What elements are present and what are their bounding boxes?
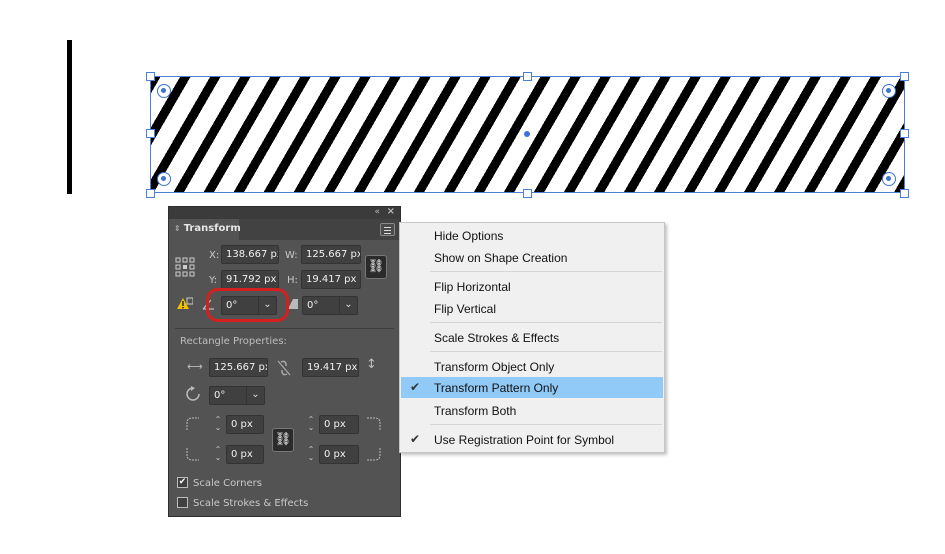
unlinked-icon[interactable] [276, 359, 292, 377]
handle-bottom-middle[interactable] [523, 189, 532, 198]
handle-top-right[interactable] [900, 72, 909, 81]
panel-menu-button[interactable] [380, 223, 395, 236]
rect-rotate-value: 0° [214, 390, 226, 401]
link-corner-icon: ⛓ [274, 432, 292, 447]
scale-strokes-label: Scale Strokes & Effects [193, 498, 309, 509]
center-point [524, 131, 530, 137]
corner-type-bl-icon[interactable] [186, 447, 202, 461]
tab-transform-label: Transform [183, 223, 241, 234]
x-field[interactable]: 138.667 px [221, 245, 279, 264]
corner-radius-tl-field[interactable]: 0 px [226, 415, 264, 434]
handle-middle-left[interactable] [146, 129, 155, 138]
vertical-line-shape[interactable] [67, 40, 72, 194]
corner-tl-stepper[interactable]: ⌃ ⌄ [209, 416, 227, 435]
h-field[interactable]: 19.417 px [301, 270, 361, 289]
handle-top-left[interactable] [146, 72, 155, 81]
corner-br-stepper[interactable]: ⌃ ⌄ [302, 446, 320, 465]
red-annotation-highlight [206, 288, 289, 322]
scale-corners-checkbox[interactable]: ✔ [177, 477, 188, 488]
close-panel-button[interactable]: × [387, 206, 395, 217]
scale-corners-label: Scale Corners [193, 478, 262, 489]
handle-top-middle[interactable] [523, 72, 532, 81]
handle-bottom-left[interactable] [146, 189, 155, 198]
corner-radius-bl-field[interactable]: 0 px [226, 445, 264, 464]
menu-item-flip-vertical[interactable]: Flip Vertical [401, 298, 663, 319]
handle-middle-right[interactable] [900, 129, 909, 138]
h-label: H: [287, 275, 298, 286]
menu-item-show-on-shape-creation[interactable]: Show on Shape Creation [401, 247, 663, 268]
corner-radius-br-field[interactable]: 0 px [319, 445, 359, 464]
tab-expand-icon: ⇕ [174, 224, 181, 233]
w-field[interactable]: 125.667 px [301, 245, 361, 264]
corner-type-tl-icon[interactable] [186, 417, 202, 431]
corner-widget-top-left[interactable] [157, 84, 171, 98]
rect-rotate-field[interactable]: 0° ⌄ [209, 386, 265, 405]
menu-item-transform-object-only[interactable]: Transform Object Only [401, 356, 663, 377]
rect-width-field[interactable]: 125.667 px [209, 358, 268, 377]
corner-type-tr-icon[interactable] [366, 417, 382, 431]
scale-strokes-checkbox[interactable] [177, 497, 188, 508]
menu-item-label: Flip Vertical [434, 302, 497, 316]
panel-tab-row: ⇕ Transform [169, 219, 400, 240]
link-corner-radius-button[interactable]: ⛓ [272, 428, 294, 452]
corner-type-br-icon[interactable] [366, 447, 382, 461]
constrain-proportions-button[interactable]: ⛓ [365, 255, 387, 279]
menu-separator [430, 271, 662, 272]
rect-rotate-icon [186, 386, 200, 401]
menu-item-label: Scale Strokes & Effects [434, 331, 560, 345]
menu-item-transform-both[interactable]: Transform Both [401, 400, 663, 421]
menu-item-label: Transform Both [434, 404, 517, 418]
menu-item-transform-pattern-only[interactable]: ✔ Transform Pattern Only [401, 377, 663, 398]
checkmark-icon: ✔ [410, 432, 421, 446]
corner-widget-top-right[interactable] [882, 84, 896, 98]
shear-value: 0° [307, 300, 319, 311]
rect-width-icon: ⟷ [187, 360, 203, 373]
tab-transform[interactable]: ⇕ Transform [169, 219, 241, 240]
menu-separator [430, 351, 662, 352]
shear-dropdown-chevron-icon[interactable]: ⌄ [339, 297, 357, 314]
transform-panel: « × ⇕ Transform X: 138.667 px W: 125.667 … [168, 206, 401, 517]
shear-icon [288, 299, 298, 309]
corner-widget-bottom-left[interactable] [157, 172, 171, 186]
menu-item-flip-horizontal[interactable]: Flip Horizontal [401, 276, 663, 297]
transform-flyout-menu: Hide Options Show on Shape Creation Flip… [399, 222, 665, 453]
menu-separator [430, 424, 662, 425]
link-icon: ⛓ [367, 259, 385, 274]
corner-bl-stepper[interactable]: ⌃ ⌄ [209, 446, 227, 465]
warning-icon [177, 297, 193, 309]
menu-item-label: Show on Shape Creation [434, 251, 568, 265]
corner-widget-bottom-right[interactable] [882, 172, 896, 186]
reference-point-icon[interactable] [175, 257, 195, 277]
y-label: Y: [209, 275, 218, 286]
checkmark-icon: ✔ [178, 477, 187, 487]
menu-item-label: Transform Pattern Only [434, 381, 559, 395]
panel-divider [175, 328, 394, 329]
menu-item-label: Transform Object Only [434, 360, 555, 374]
menu-item-use-registration-point[interactable]: ✔ Use Registration Point for Symbol [401, 429, 663, 450]
rect-height-field[interactable]: 19.417 px [302, 358, 359, 377]
rect-height-icon: ↕ [366, 357, 377, 372]
handle-bottom-right[interactable] [900, 189, 909, 198]
menu-separator [430, 322, 662, 323]
corner-tr-stepper[interactable]: ⌃ ⌄ [302, 416, 320, 435]
w-label: W: [285, 250, 298, 261]
rectangle-properties-label: Rectangle Properties: [180, 336, 287, 347]
panel-titlebar[interactable]: « × [169, 206, 400, 219]
menu-item-scale-strokes-effects[interactable]: Scale Strokes & Effects [401, 327, 663, 348]
checkmark-icon: ✔ [410, 380, 421, 394]
shear-field[interactable]: 0° ⌄ [302, 296, 358, 315]
menu-item-label: Flip Horizontal [434, 280, 511, 294]
rect-rotate-dropdown-chevron-icon[interactable]: ⌄ [246, 387, 264, 404]
menu-item-label: Hide Options [434, 229, 504, 243]
menu-item-label: Use Registration Point for Symbol [434, 433, 615, 447]
y-field[interactable]: 91.792 px [221, 270, 279, 289]
corner-radius-tr-field[interactable]: 0 px [319, 415, 359, 434]
x-label: X: [209, 250, 220, 261]
menu-item-hide-options[interactable]: Hide Options [401, 225, 663, 246]
collapse-panel-button[interactable]: « [374, 207, 380, 217]
